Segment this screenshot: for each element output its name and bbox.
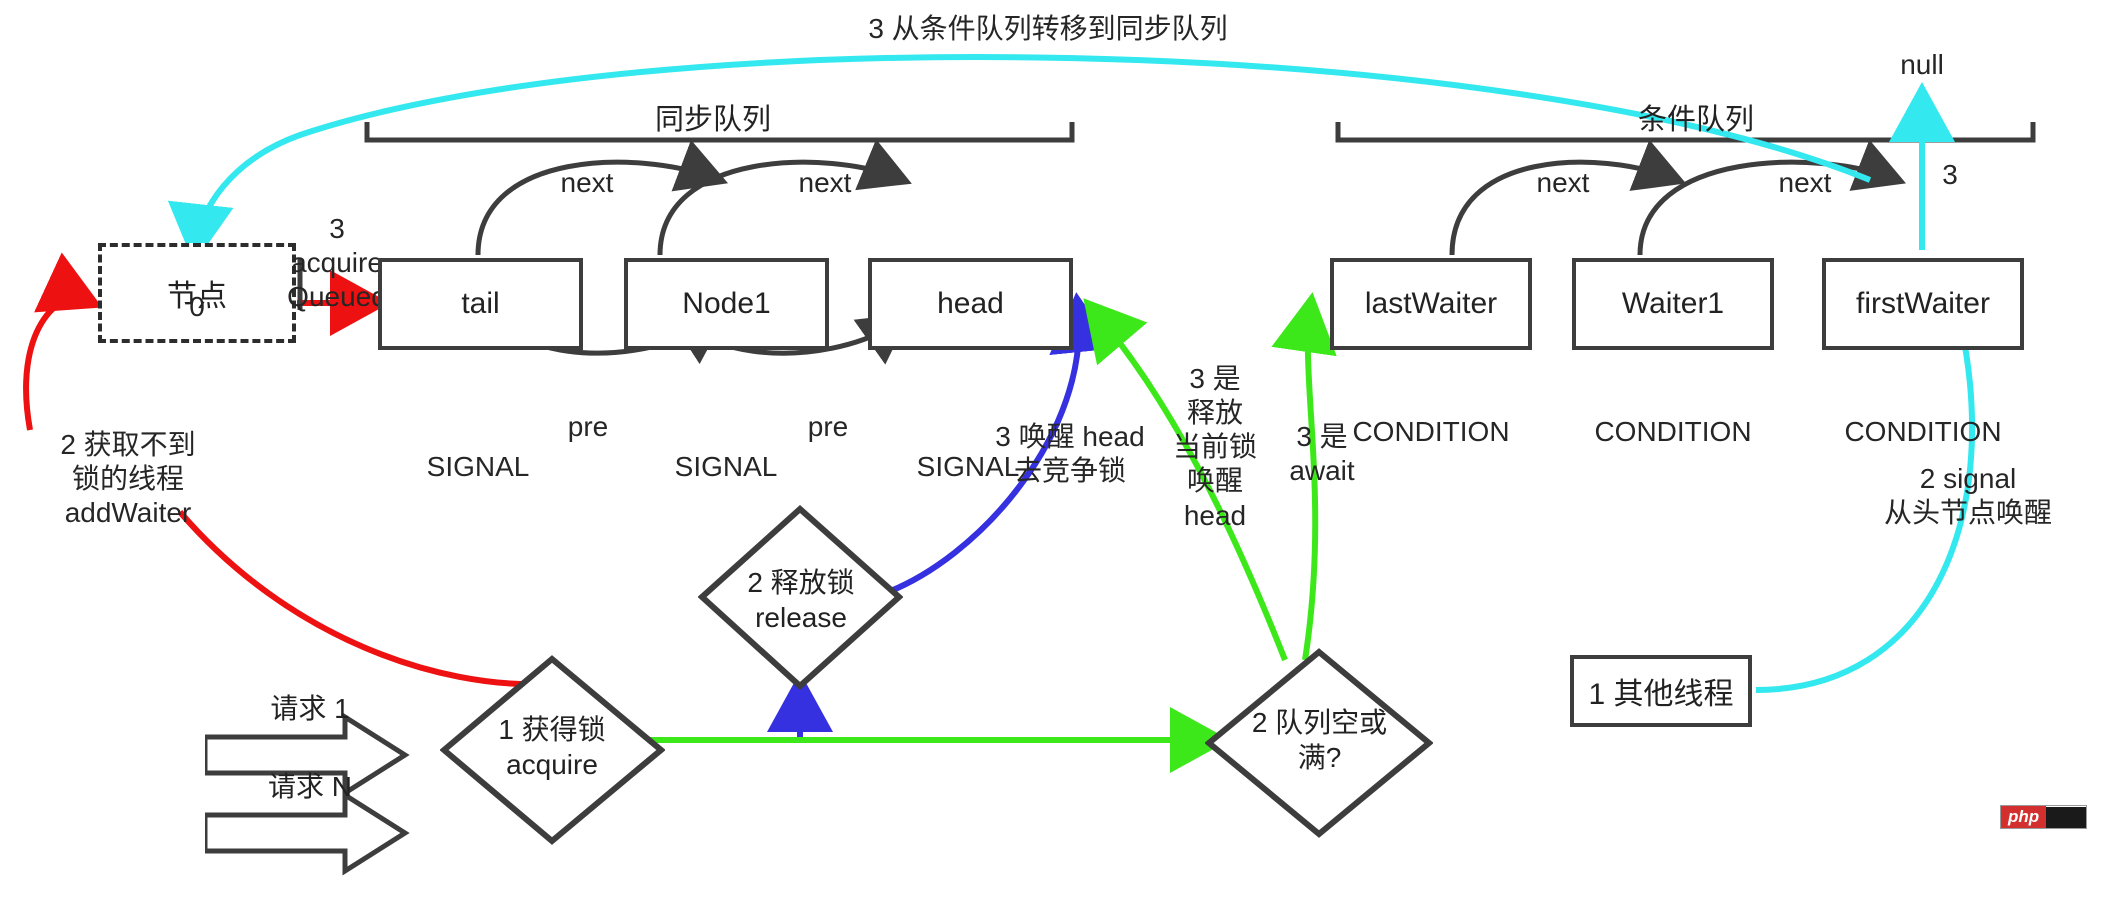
php-watermark-bar [2046,806,2087,828]
cond-node-firstwaiter-label: firstWaiter [1856,287,1990,320]
condition-queue-title: 条件队列 [1638,104,1755,136]
acquire-to-release-blue [650,672,833,743]
sync-node-head-label: head [937,287,1004,320]
php-watermark-text: php [2001,806,2047,828]
php-watermark: php [2000,805,2088,829]
sync-state-node1: SIGNAL [674,451,778,482]
diagram-canvas: 节点 0 3 acquire Queued 同步队列 tail Node1 he… [0,0,2112,876]
pending-node-waitstatus: 0 [189,291,205,322]
null-label: null [1900,49,1944,80]
cond-node-waiter1-label: Waiter1 [1621,287,1725,320]
wake-head-annotation: 3 唤醒 head 去竞争锁 [995,421,1145,487]
await-annotation: 3 是 await [1289,421,1355,487]
release-lock-annotation: 3 是 释放 当前锁 唤醒 head [1172,363,1257,531]
cond-next-label-1: next [1536,167,1590,198]
queue-full-diamond-label: 2 队列空或 满? [1251,707,1388,773]
request-1-label: 请求 1 [270,693,350,724]
addwaiter-arrow-to-node [23,252,103,431]
sync-node-node1-label: Node1 [682,287,771,320]
other-thread-box: 1 其他线程 [1570,655,1752,727]
sync-queue-title: 同步队列 [655,104,772,136]
transfer-curve-cyan [167,54,1872,264]
cond-node-waiter1: Waiter1 [1572,258,1774,350]
pre-label-2: pre [807,411,849,442]
cond-state-waiter1: CONDITION [1594,416,1752,447]
cond-node-lastwaiter-label: lastWaiter [1364,287,1498,320]
next-label-2: next [798,167,852,198]
cond-node-lastwaiter: lastWaiter [1330,258,1532,350]
other-thread-label: 1 其他线程 [1588,678,1734,711]
sync-state-tail: SIGNAL [426,451,530,482]
sync-node-tail-label: tail [461,287,500,320]
sync-node-tail: tail [378,258,583,350]
sync-node-head: head [868,258,1073,350]
addwaiter-annotation: 2 获取不到 锁的线程 addWaiter [60,429,196,529]
pre-label-1: pre [567,411,609,442]
acquire-diamond-label: 1 获得锁 acquire [498,714,606,780]
null-step-label: 3 [1942,159,1958,190]
signal-annotation: 2 signal 从头节点唤醒 [1883,463,2052,529]
sync-node-node1: Node1 [624,258,829,350]
cond-node-firstwaiter: firstWaiter [1822,258,2024,350]
enqueue-step-label: 3 acquire Queued [287,213,387,313]
next-label-1: next [560,167,614,198]
release-diamond-label: 2 释放锁 release [747,567,855,633]
cond-next-label-2: next [1778,167,1832,198]
transfer-label: 3 从条件队列转移到同步队列 [868,13,1228,44]
request-n-label: 请求 N [267,771,352,802]
cond-state-firstwaiter: CONDITION [1844,416,2002,447]
